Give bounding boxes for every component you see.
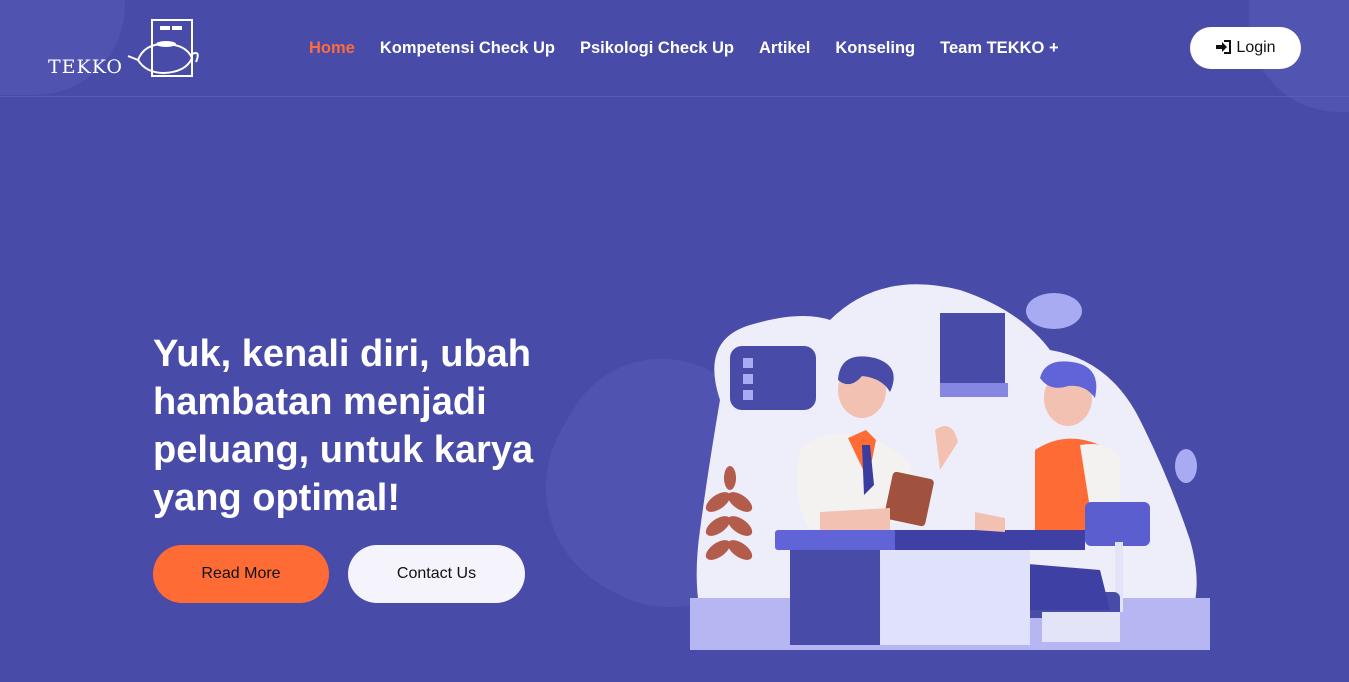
nav-item-artikel[interactable]: Artikel xyxy=(759,36,810,60)
nav-item-kompetensi-check-up[interactable]: Kompetensi Check Up xyxy=(380,36,555,60)
brand-logo[interactable]: TEKKO xyxy=(46,16,201,80)
read-more-button[interactable]: Read More xyxy=(153,545,329,603)
login-button[interactable]: Login xyxy=(1190,27,1301,69)
nav-item-home[interactable]: Home xyxy=(309,36,355,60)
nav-item-psikologi-check-up[interactable]: Psikologi Check Up xyxy=(580,36,734,60)
login-label: Login xyxy=(1236,39,1276,56)
sign-in-icon xyxy=(1215,39,1232,57)
nav-item-konseling[interactable]: Konseling xyxy=(835,36,915,60)
nav-item-team-tekko[interactable]: Team TEKKO + xyxy=(940,36,1058,60)
site-header: TEKKO Home Kompetensi Check Up Psikologi… xyxy=(0,0,1349,97)
hero-title: Yuk, kenali diri, ubah hambatan menjadi … xyxy=(153,333,534,519)
contact-us-button[interactable]: Contact Us xyxy=(348,545,525,603)
consultation-illustration xyxy=(690,284,1210,650)
brand-name: TEKKO xyxy=(48,56,123,78)
main-nav: Home Kompetensi Check Up Psikologi Check… xyxy=(309,36,1084,60)
